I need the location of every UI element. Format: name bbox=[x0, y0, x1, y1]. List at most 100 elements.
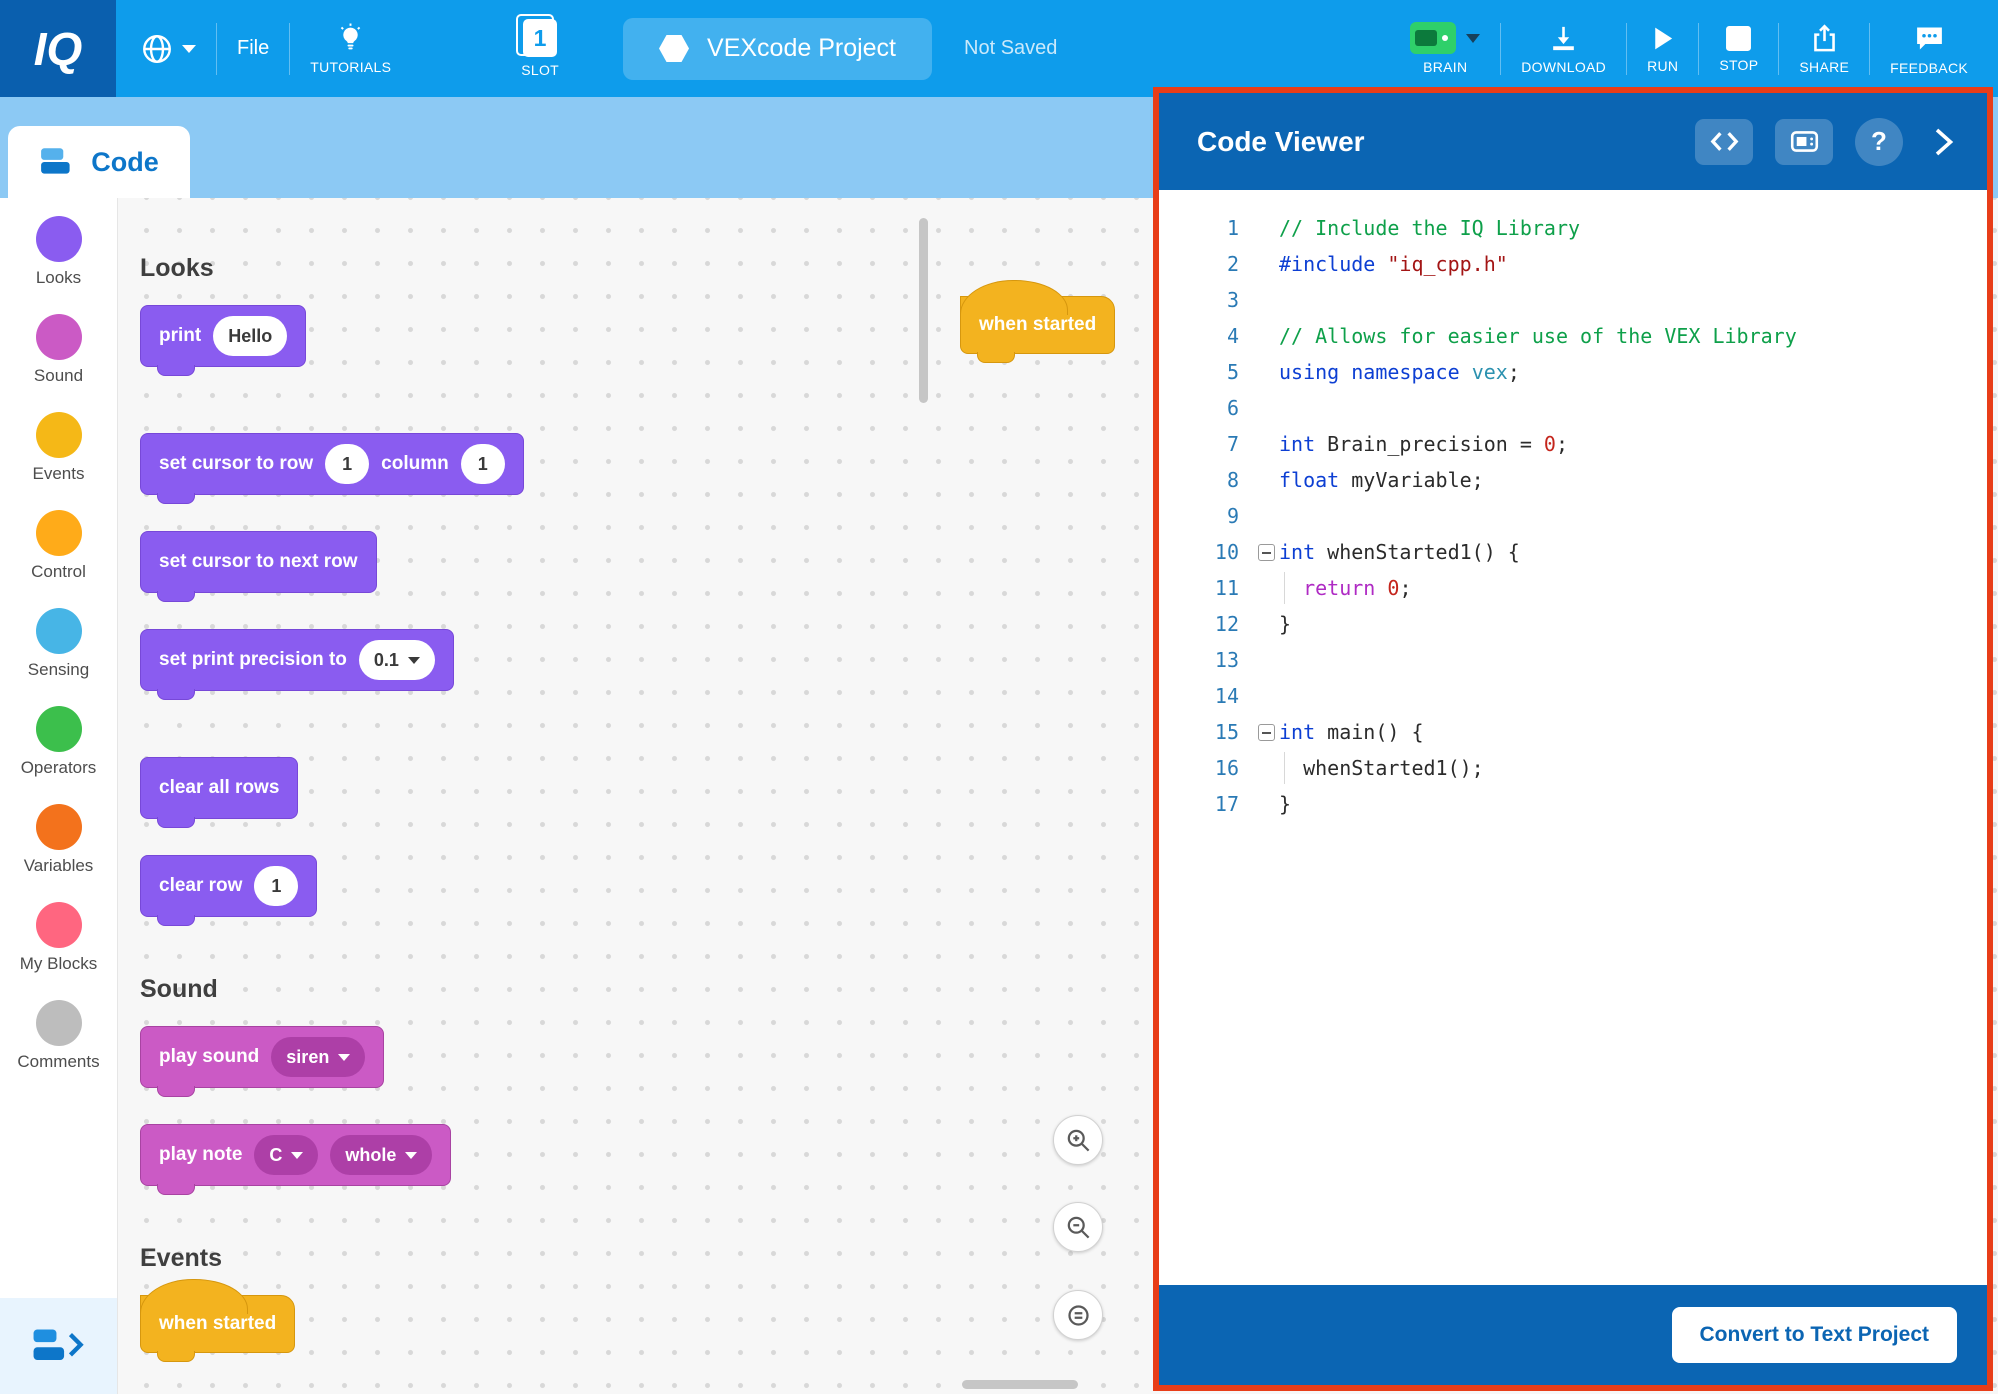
line-number: 4 bbox=[1179, 318, 1253, 354]
slot-button[interactable]: 1 SLOT bbox=[521, 19, 559, 78]
zoom-out-button[interactable] bbox=[1053, 1202, 1103, 1252]
category-color-dot bbox=[36, 216, 82, 262]
category-label: Control bbox=[31, 562, 86, 582]
code-text: int whenStarted1() { bbox=[1279, 534, 1520, 570]
download-button[interactable]: DOWNLOAD bbox=[1501, 23, 1626, 75]
canvas-horizontal-scrollbar[interactable] bbox=[962, 1380, 1078, 1389]
sidebar-item-sensing[interactable]: Sensing bbox=[0, 608, 117, 680]
fold-gutter bbox=[1253, 354, 1279, 390]
feedback-icon bbox=[1913, 22, 1946, 55]
chevron-right-icon bbox=[1925, 124, 1961, 160]
palette-block[interactable]: set cursor to row1column1 bbox=[140, 433, 524, 495]
palette-block[interactable]: clear all rows bbox=[140, 757, 298, 819]
palette-block[interactable]: play noteCwhole bbox=[140, 1124, 451, 1186]
collapse-palette-button[interactable] bbox=[0, 1298, 117, 1394]
canvas-when-started-block[interactable]: when started bbox=[960, 296, 1115, 354]
block-label: set print precision to bbox=[159, 649, 347, 671]
line-number: 1 bbox=[1179, 210, 1253, 246]
block-input[interactable]: Hello bbox=[213, 316, 287, 356]
block-input[interactable]: 1 bbox=[254, 866, 298, 906]
hexagon-icon bbox=[659, 35, 689, 62]
palette-block[interactable]: clear row1 bbox=[140, 855, 317, 917]
code-editor[interactable]: 1// Include the IQ Library2#include "iq_… bbox=[1159, 190, 1987, 1285]
line-number: 5 bbox=[1179, 354, 1253, 390]
line-number: 2 bbox=[1179, 246, 1253, 282]
brain-view-button[interactable] bbox=[1775, 119, 1833, 165]
share-button[interactable]: SHARE bbox=[1779, 23, 1869, 75]
category-color-dot bbox=[36, 706, 82, 752]
tab-code[interactable]: Code bbox=[8, 126, 190, 198]
code-lines: 1// Include the IQ Library2#include "iq_… bbox=[1179, 210, 1987, 822]
project-title-pill[interactable]: VEXcode Project bbox=[623, 18, 932, 80]
dropdown-value: 0.1 bbox=[374, 650, 399, 671]
block-dropdown[interactable]: C bbox=[254, 1135, 318, 1175]
stop-icon bbox=[1725, 25, 1752, 52]
app-logo[interactable]: IQ bbox=[0, 0, 116, 97]
palette-block[interactable]: set cursor to next row bbox=[140, 531, 377, 593]
code-line: 17} bbox=[1179, 786, 1987, 822]
convert-to-text-button[interactable]: Convert to Text Project bbox=[1672, 1307, 1957, 1363]
brain-button[interactable]: BRAIN bbox=[1390, 22, 1500, 75]
chevron-down-icon bbox=[182, 45, 196, 53]
category-color-dot bbox=[36, 608, 82, 654]
stop-button[interactable]: STOP bbox=[1699, 25, 1778, 73]
tab-code-label: Code bbox=[91, 147, 159, 178]
block-dropdown[interactable]: 0.1 bbox=[359, 640, 435, 680]
palette-block[interactable]: printHello bbox=[140, 305, 306, 367]
run-button[interactable]: RUN bbox=[1627, 24, 1698, 74]
file-menu[interactable]: File bbox=[237, 37, 269, 60]
palette-block[interactable]: when started bbox=[140, 1295, 295, 1353]
tutorials-button[interactable]: TUTORIALS bbox=[310, 23, 391, 75]
block-input[interactable]: 1 bbox=[325, 444, 369, 484]
code-text: using namespace vex; bbox=[1279, 354, 1520, 390]
sidebar-item-operators[interactable]: Operators bbox=[0, 706, 117, 778]
fold-toggle[interactable] bbox=[1258, 544, 1275, 561]
code-text: float myVariable; bbox=[1279, 462, 1484, 498]
lightbulb-icon bbox=[335, 23, 366, 54]
palette-block[interactable]: set print precision to 0.1 bbox=[140, 629, 454, 691]
fold-gutter bbox=[1253, 246, 1279, 282]
help-button[interactable]: ? bbox=[1855, 118, 1903, 166]
language-menu[interactable] bbox=[140, 32, 196, 66]
code-line: 8 float myVariable; bbox=[1179, 462, 1987, 498]
line-number: 8 bbox=[1179, 462, 1253, 498]
sidebar-item-sound[interactable]: Sound bbox=[0, 314, 117, 386]
fold-gutter bbox=[1253, 606, 1279, 642]
zoom-in-icon bbox=[1065, 1127, 1092, 1154]
sidebar-item-variables[interactable]: Variables bbox=[0, 804, 117, 876]
zoom-reset-icon bbox=[1065, 1302, 1092, 1329]
block-label: set cursor to row bbox=[159, 453, 313, 475]
brain-icon bbox=[1410, 22, 1456, 54]
block-dropdown[interactable]: whole bbox=[330, 1135, 432, 1175]
top-toolbar: IQ File TUTORIALS 1 SLOT VEXcode Project… bbox=[0, 0, 1998, 97]
category-label: Sound bbox=[34, 366, 83, 386]
fold-toggle[interactable] bbox=[1258, 724, 1275, 741]
code-text: return 0; bbox=[1279, 570, 1411, 606]
code-line: 2#include "iq_cpp.h" bbox=[1179, 246, 1987, 282]
sidebar-item-my-blocks[interactable]: My Blocks bbox=[0, 902, 117, 974]
category-color-dot bbox=[36, 902, 82, 948]
toolbar-divider bbox=[289, 23, 290, 75]
sidebar-item-comments[interactable]: Comments bbox=[0, 1000, 117, 1072]
category-label: Variables bbox=[24, 856, 94, 876]
toolbar-right-group: BRAIN DOWNLOAD RUN STOP SHARE FEEDBACK bbox=[1390, 22, 1998, 76]
palette-scrollbar[interactable] bbox=[919, 218, 928, 403]
code-line: 15int main() { bbox=[1179, 714, 1987, 750]
fold-gutter bbox=[1253, 498, 1279, 534]
slot-icon: 1 bbox=[523, 19, 557, 57]
category-color-dot bbox=[36, 314, 82, 360]
zoom-reset-button[interactable] bbox=[1053, 1290, 1103, 1340]
fold-gutter bbox=[1253, 390, 1279, 426]
feedback-button[interactable]: FEEDBACK bbox=[1870, 22, 1988, 76]
block-input[interactable]: 1 bbox=[461, 444, 505, 484]
sidebar-item-looks[interactable]: Looks bbox=[0, 216, 117, 288]
code-viewer-footer: Convert to Text Project bbox=[1159, 1285, 1987, 1385]
zoom-in-button[interactable] bbox=[1053, 1115, 1103, 1165]
code-language-button[interactable] bbox=[1695, 119, 1753, 165]
line-number: 11 bbox=[1179, 570, 1253, 606]
collapse-panel-button[interactable] bbox=[1925, 124, 1961, 160]
block-dropdown[interactable]: siren bbox=[271, 1037, 365, 1077]
sidebar-item-events[interactable]: Events bbox=[0, 412, 117, 484]
palette-block[interactable]: play soundsiren bbox=[140, 1026, 384, 1088]
sidebar-item-control[interactable]: Control bbox=[0, 510, 117, 582]
